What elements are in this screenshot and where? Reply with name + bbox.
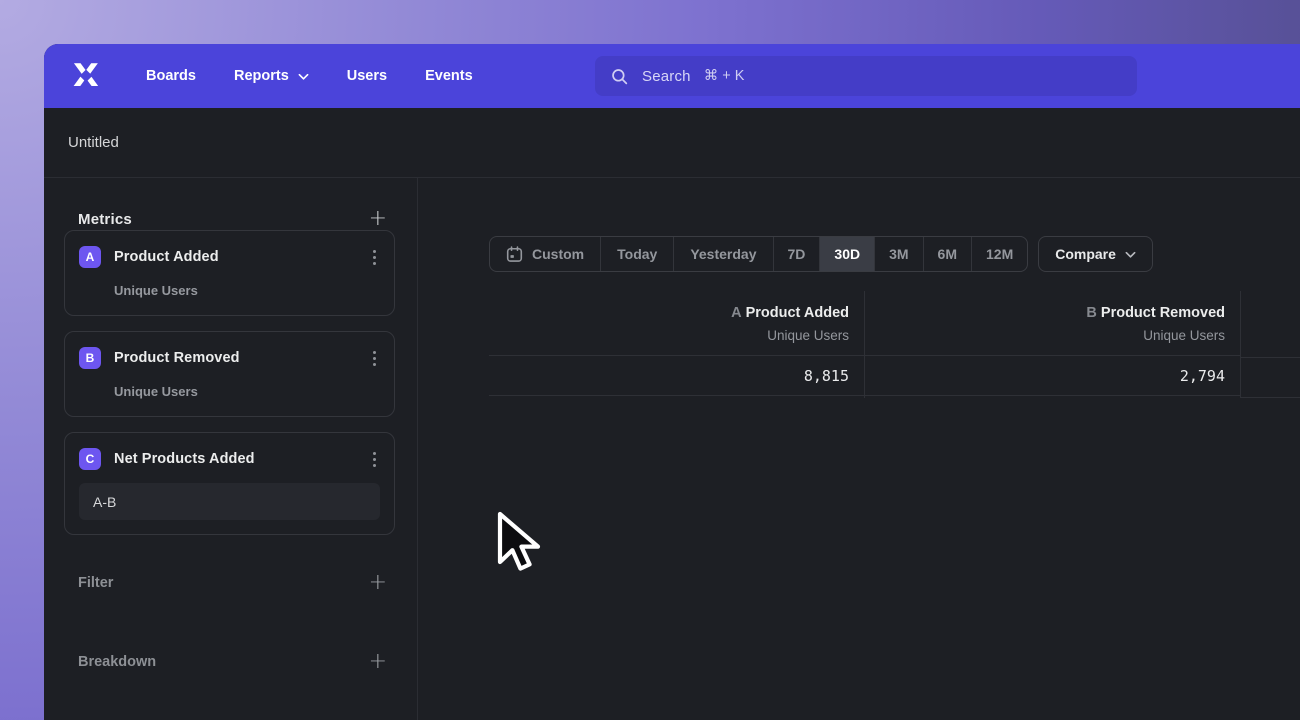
sidebar: Metrics + A Product Added Unique Users B… — [44, 178, 418, 720]
metric-subtitle[interactable]: Unique Users — [114, 283, 380, 298]
metric-card-a-head: A Product Added — [79, 246, 380, 268]
filter-section: Filter + — [44, 572, 417, 594]
metric-badge-c: C — [79, 448, 101, 470]
kebab-menu-icon[interactable] — [369, 349, 380, 368]
metric-title: Net Products Added — [114, 451, 356, 467]
column-value: 8,815 — [489, 356, 864, 396]
date-range-yesterday[interactable]: Yesterday — [674, 237, 773, 271]
date-range-12m[interactable]: 12M — [972, 237, 1027, 271]
nav-item-users[interactable]: Users — [347, 68, 387, 84]
metric-title: Product Added — [114, 249, 356, 265]
column-value — [1241, 358, 1300, 398]
report-title-bar: Untitled — [44, 108, 1300, 178]
column-subtitle: Unique Users — [880, 328, 1225, 343]
date-range-7d[interactable]: 7D — [774, 237, 821, 271]
table-column-a: A Product Added Unique Users 8,815 — [489, 291, 865, 398]
search-icon — [610, 67, 629, 86]
column-badge: B — [1086, 305, 1096, 321]
date-range-3m[interactable]: 3M — [875, 237, 923, 271]
chevron-down-icon — [1125, 251, 1136, 259]
date-range-custom[interactable]: Custom — [490, 237, 601, 271]
date-range-group: Custom Today Yesterday 7D 30D 3M 6M 12M — [489, 236, 1028, 272]
content-row: Metrics + A Product Added Unique Users B… — [44, 178, 1300, 720]
column-title: Product Removed — [1101, 305, 1225, 321]
compare-label: Compare — [1055, 246, 1116, 262]
metric-card-b[interactable]: B Product Removed Unique Users — [64, 331, 395, 417]
nav-item-reports-label: Reports — [234, 68, 289, 84]
column-subtitle: Unique Users — [504, 328, 849, 343]
compare-button[interactable]: Compare — [1038, 236, 1153, 272]
table-column-b: B Product Removed Unique Users 2,794 — [865, 291, 1241, 398]
add-filter-button[interactable]: + — [369, 572, 387, 594]
date-range-30d[interactable]: 30D — [820, 237, 875, 271]
column-title: Product Added — [746, 305, 849, 321]
date-range-toolbar: Custom Today Yesterday 7D 30D 3M 6M 12M … — [489, 236, 1300, 272]
metric-card-c-head: C Net Products Added — [79, 448, 380, 470]
date-range-today[interactable]: Today — [601, 237, 674, 271]
date-range-6m[interactable]: 6M — [924, 237, 972, 271]
filter-label: Filter — [78, 575, 113, 591]
mixpanel-logo-icon[interactable]: X — [68, 58, 104, 94]
chevron-down-icon — [298, 73, 309, 81]
metric-title: Product Removed — [114, 350, 356, 366]
nav-links: Boards Reports Users Events — [146, 68, 473, 84]
search-placeholder: Search — [642, 68, 691, 85]
column-header: A Product Added Unique Users — [489, 291, 864, 356]
search-input[interactable]: Search ⌘ + K — [595, 56, 1137, 96]
calendar-icon — [506, 246, 523, 263]
table-column-overflow — [1241, 291, 1300, 398]
app-window: X Boards Reports Users Events Search ⌘ +… — [44, 44, 1300, 720]
metric-badge-b: B — [79, 347, 101, 369]
top-nav: X Boards Reports Users Events Search ⌘ +… — [44, 44, 1300, 108]
metric-card-b-head: B Product Removed — [79, 347, 380, 369]
nav-item-reports[interactable]: Reports — [234, 68, 309, 84]
metric-badge-a: A — [79, 246, 101, 268]
nav-item-boards[interactable]: Boards — [146, 68, 196, 84]
metrics-title: Metrics — [78, 211, 132, 228]
date-range-custom-label: Custom — [532, 246, 584, 262]
column-value: 2,794 — [865, 356, 1240, 396]
page-title[interactable]: Untitled — [68, 134, 119, 151]
kebab-menu-icon[interactable] — [369, 248, 380, 267]
breakdown-label: Breakdown — [78, 654, 156, 670]
search-shortcut: ⌘ + K — [704, 68, 745, 84]
kebab-menu-icon[interactable] — [369, 450, 380, 469]
column-header: B Product Removed Unique Users — [865, 291, 1240, 356]
metric-subtitle[interactable]: Unique Users — [114, 384, 380, 399]
metrics-header: Metrics + — [44, 208, 417, 230]
metric-card-a[interactable]: A Product Added Unique Users — [64, 230, 395, 316]
add-breakdown-button[interactable]: + — [369, 651, 387, 673]
results-table: A Product Added Unique Users 8,815 B Produ… — [489, 291, 1300, 398]
nav-item-events[interactable]: Events — [425, 68, 473, 84]
breakdown-section: Breakdown + — [44, 651, 417, 673]
column-header — [1241, 291, 1300, 358]
formula-input[interactable]: A-B — [79, 483, 380, 520]
add-metric-button[interactable]: + — [369, 208, 387, 230]
main-panel: Custom Today Yesterday 7D 30D 3M 6M 12M … — [418, 178, 1300, 720]
metric-card-c[interactable]: C Net Products Added A-B — [64, 432, 395, 535]
column-badge: A — [731, 305, 741, 321]
